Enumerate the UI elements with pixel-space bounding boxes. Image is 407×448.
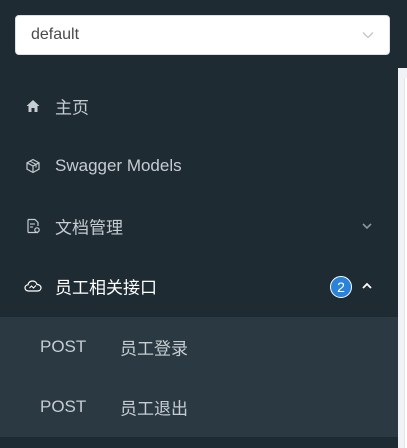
sidebar-item-label: Swagger Models [55,156,182,175]
group-select-value: default [31,26,80,43]
sidebar-item-label: 文档管理 [55,218,123,238]
endpoint-name: 员工退出 [120,399,188,419]
sidebar-item-swagger-models[interactable]: Swagger Models [0,136,398,196]
sidebar-item-home[interactable]: 主页 [0,76,398,136]
chevron-down-icon [362,32,374,39]
endpoint-name: 员工登录 [120,339,188,359]
sidebar-item-label: 员工相关接口 [55,278,157,298]
submenu-item-logout[interactable]: POST 员工退出 [0,377,398,437]
http-method-label: POST [40,397,87,416]
content-panel-edge [398,68,407,448]
submenu: POST 员工登录 POST 员工退出 [0,317,398,437]
chevron-up-icon [362,282,372,289]
chevron-down-icon [362,223,372,230]
submenu-item-login[interactable]: POST 员工登录 [0,317,398,377]
document-settings-icon [24,217,42,235]
sidebar-item-doc-management[interactable]: 文档管理 [0,196,398,256]
cloud-icon [24,277,42,295]
http-method-label: POST [40,337,87,356]
group-select[interactable]: default [15,15,390,55]
sidebar-bottom [0,437,398,448]
cube-icon [24,157,42,175]
sidebar-item-label: 主页 [55,98,89,118]
home-icon [24,97,42,115]
count-badge: 2 [330,276,352,298]
